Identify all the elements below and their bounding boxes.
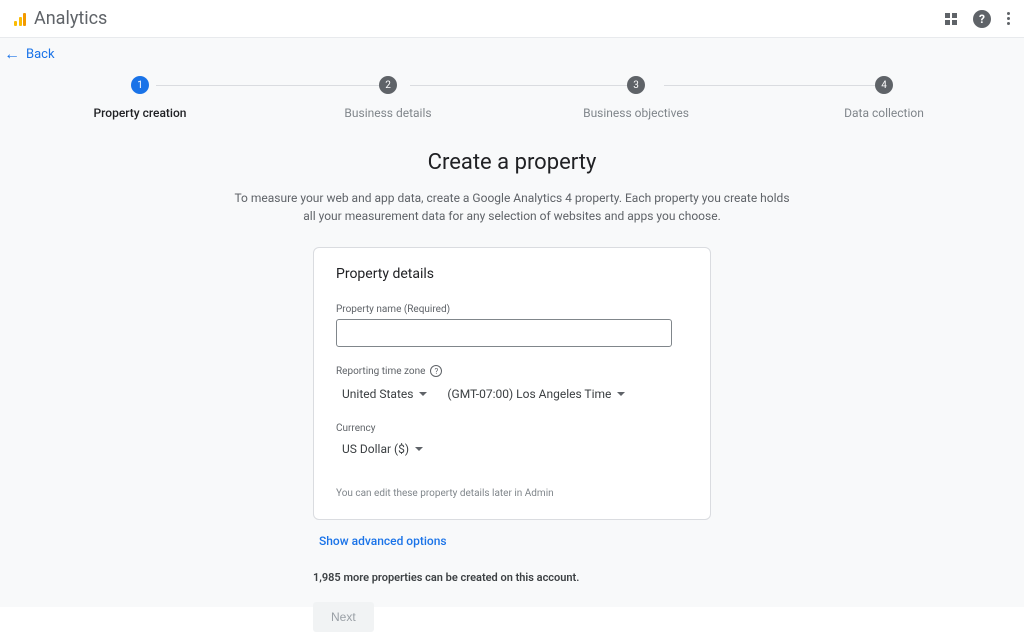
property-details-card: Property details Property name (Required… xyxy=(313,247,711,520)
back-bar: ← Back xyxy=(0,38,1024,62)
chevron-down-icon xyxy=(415,447,423,451)
step-business-details[interactable]: 2 Business details xyxy=(308,76,468,120)
next-button[interactable]: Next xyxy=(313,602,374,632)
property-name-label: Property name (Required) xyxy=(336,304,688,315)
timezone-value: (GMT-07:00) Los Angeles Time xyxy=(447,387,611,401)
step-business-objectives[interactable]: 3 Business objectives xyxy=(556,76,716,120)
currency-dropdown[interactable]: US Dollar ($) xyxy=(342,438,423,460)
step-number: 4 xyxy=(875,76,893,94)
step-data-collection[interactable]: 4 Data collection xyxy=(804,76,964,120)
arrow-left-icon: ← xyxy=(4,46,20,62)
app-header: Analytics ? xyxy=(0,0,1024,38)
back-label: Back xyxy=(26,47,55,62)
help-icon[interactable]: ? xyxy=(973,10,991,28)
back-button[interactable]: ← Back xyxy=(4,46,55,62)
page-description: To measure your web and app data, create… xyxy=(232,189,792,225)
property-name-input[interactable] xyxy=(336,319,672,347)
step-property-creation[interactable]: 1 Property creation xyxy=(60,76,220,120)
analytics-logo-icon xyxy=(14,12,26,26)
below-card: Show advanced options 1,985 more propert… xyxy=(313,520,711,632)
chevron-down-icon xyxy=(419,392,427,396)
header-left: Analytics xyxy=(14,8,107,29)
page-title: Create a property xyxy=(60,150,964,175)
currency-value: US Dollar ($) xyxy=(342,442,409,456)
main-content: 1 Property creation 2 Business details 3… xyxy=(0,62,1024,607)
properties-remaining-note: 1,985 more properties can be created on … xyxy=(313,571,711,584)
country-dropdown[interactable]: United States xyxy=(342,383,427,405)
timezone-help-icon[interactable]: ? xyxy=(430,365,442,377)
step-label: Business details xyxy=(344,106,431,120)
country-value: United States xyxy=(342,387,413,401)
step-label: Property creation xyxy=(94,106,187,120)
timezone-dropdown[interactable]: (GMT-07:00) Los Angeles Time xyxy=(447,383,625,405)
card-note: You can edit these property details late… xyxy=(336,488,688,499)
apps-icon[interactable] xyxy=(945,13,957,25)
currency-label: Currency xyxy=(336,423,688,434)
app-title: Analytics xyxy=(34,8,107,29)
timezone-label: Reporting time zone ? xyxy=(336,365,688,377)
step-number: 2 xyxy=(379,76,397,94)
advanced-options-link[interactable]: Show advanced options xyxy=(319,534,447,548)
stepper: 1 Property creation 2 Business details 3… xyxy=(60,76,964,120)
step-label: Data collection xyxy=(844,106,924,120)
chevron-down-icon xyxy=(617,392,625,396)
more-icon[interactable] xyxy=(1007,12,1010,25)
card-title: Property details xyxy=(336,266,688,282)
step-number: 1 xyxy=(131,76,149,94)
step-number: 3 xyxy=(627,76,645,94)
step-label: Business objectives xyxy=(583,106,689,120)
header-right: ? xyxy=(945,10,1010,28)
